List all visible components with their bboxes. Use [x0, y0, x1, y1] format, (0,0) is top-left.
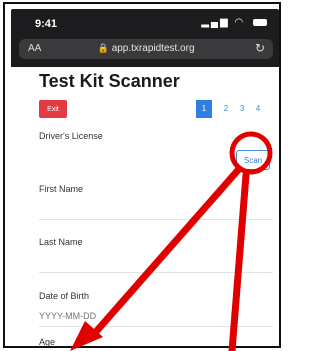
dob-divider — [39, 326, 273, 327]
browser-chrome: 9:41 ▂▄▆ ◠ AA 🔒 app.txrapidtest.org ↻ — [11, 9, 279, 67]
wifi-icon: ◠ — [234, 17, 246, 28]
lock-icon: 🔒 — [97, 43, 109, 53]
drivers-license-label: Driver's License — [39, 131, 103, 141]
page-step-2[interactable]: 2 — [218, 100, 234, 118]
page-steps: 1 2 3 4 — [196, 100, 266, 118]
page-step-1[interactable]: 1 — [196, 100, 212, 118]
url-text: app.txrapidtest.org — [111, 43, 195, 54]
page-title: Test Kit Scanner — [39, 71, 180, 91]
status-icons: ▂▄▆ ◠ — [201, 17, 267, 28]
url-display: 🔒 app.txrapidtest.org — [19, 43, 273, 54]
last-name-field[interactable] — [39, 272, 273, 273]
reload-icon[interactable]: ↻ — [255, 41, 265, 55]
status-time: 9:41 — [35, 18, 58, 30]
page-step-3[interactable]: 3 — [234, 100, 250, 118]
screenshot-frame: 9:41 ▂▄▆ ◠ AA 🔒 app.txrapidtest.org ↻ Tes… — [3, 2, 281, 348]
scan-button[interactable]: Scan — [236, 150, 270, 170]
dob-input[interactable] — [39, 309, 99, 323]
signal-icon: ▂▄▆ — [201, 17, 230, 28]
battery-icon — [253, 18, 267, 26]
first-name-label: First Name — [39, 184, 84, 194]
dob-label: Date of Birth — [39, 291, 90, 301]
address-bar[interactable]: AA 🔒 app.txrapidtest.org ↻ — [19, 39, 273, 59]
first-name-field[interactable] — [39, 219, 273, 220]
exit-button[interactable]: Exit — [39, 100, 67, 118]
age-label: Age — [39, 337, 56, 347]
page-step-4[interactable]: 4 — [250, 100, 266, 118]
last-name-label: Last Name — [39, 237, 83, 247]
